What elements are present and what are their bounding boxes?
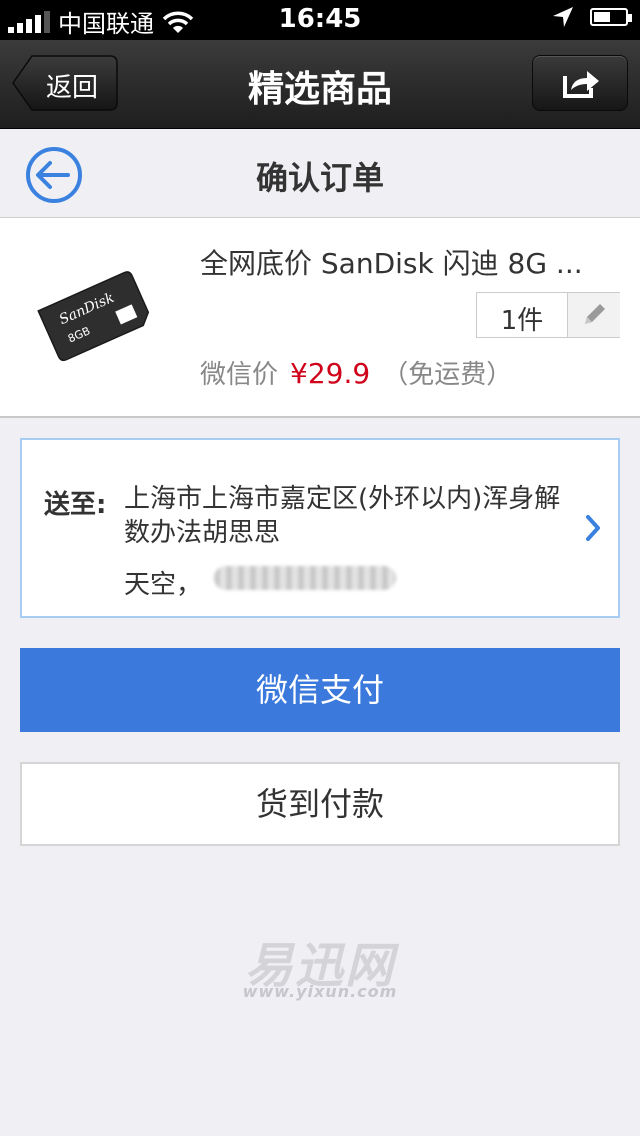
product-image: SanDisk 8GB (37, 271, 150, 362)
share-icon (563, 71, 599, 98)
address-label: 送至: (44, 490, 107, 520)
pencil-icon (585, 304, 605, 324)
page-title: 确认订单 (255, 159, 384, 197)
cash-on-delivery-button[interactable]: 货到付款 (20, 762, 620, 846)
price-row: 微信价 ¥29.9 （免运费） (200, 354, 512, 391)
phone-number-redacted (214, 566, 396, 590)
edit-quantity-button[interactable] (567, 293, 620, 337)
wechat-pay-button[interactable]: 微信支付 (20, 648, 620, 732)
status-time: 16:45 (278, 4, 362, 34)
status-bar: 中国联通 16:45 (0, 0, 640, 40)
battery-icon (590, 8, 632, 26)
price-label: 微信价 (200, 360, 279, 390)
quantity-value: 1件 (500, 306, 544, 336)
address-text: 上海市上海市嘉定区(外环以内)浑身解数办法胡思思 (124, 484, 561, 548)
yixun-url: www.yixun.com (242, 982, 398, 1001)
share-button[interactable] (532, 55, 628, 111)
chevron-right-icon (586, 515, 600, 541)
product-card: SanDisk 8GB 全网底价 SanDisk 闪迪 8G ... 1件 微信… (0, 218, 640, 418)
price-value: ¥29.9 (290, 357, 371, 390)
delivery-address-card[interactable]: 送至: 上海市上海市嘉定区(外环以内)浑身解数办法胡思思 天空， (20, 438, 620, 618)
quantity-control[interactable]: 1件 (476, 292, 620, 338)
product-title: 全网底价 SanDisk 闪迪 8G ... (200, 247, 583, 280)
shipping-note: （免运费） (382, 360, 513, 390)
order-header: 确认订单 (0, 129, 640, 218)
location-arrow-icon (553, 7, 573, 27)
navigation-bar: 返回 精选商品 (0, 40, 640, 129)
contact-name: 天空， (124, 570, 203, 600)
